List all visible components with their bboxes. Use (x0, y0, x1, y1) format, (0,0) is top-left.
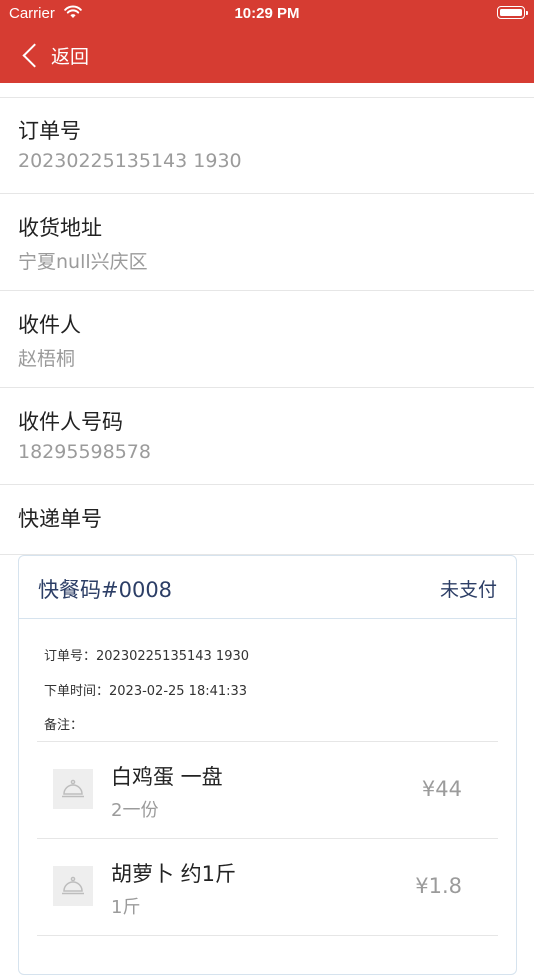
phone-value: 18295598578 (18, 441, 151, 463)
order-number-row: 订单号 20230225135143 1930 (0, 97, 534, 194)
tracking-row: 快递单号 (0, 485, 534, 555)
payment-status: 未支付 (439, 579, 497, 601)
bell-icon (53, 769, 93, 809)
top-bar: Carrier 10:29 PM 返回 (0, 0, 534, 83)
list-item[interactable]: 胡萝卜 约1斤 1斤 ¥1.8 (37, 838, 498, 936)
address-label: 收货地址 (18, 216, 102, 240)
item-name: 白鸡蛋 一盘 (111, 765, 223, 789)
list-item[interactable]: 白鸡蛋 一盘 2一份 ¥44 (37, 741, 498, 839)
recipient-row: 收件人 赵梧桐 (0, 291, 534, 388)
phone-label: 收件人号码 (18, 410, 123, 434)
order-number-label: 订单号 (18, 119, 81, 143)
bell-icon (53, 866, 93, 906)
order-time-line: 下单时间：2023-02-25 18:41:33 (44, 684, 248, 699)
remark-line: 备注： (44, 718, 84, 733)
item-spec: 1斤 (111, 897, 141, 918)
order-number-line: 订单号：20230225135143 1930 (44, 649, 250, 664)
battery-icon (497, 6, 528, 19)
back-button[interactable]: 返回 (20, 40, 89, 70)
item-price: ¥44 (421, 777, 462, 801)
item-name: 胡萝卜 约1斤 (111, 862, 237, 886)
status-time: 10:29 PM (234, 5, 300, 22)
order-card: 快餐码#0008 未支付 订单号：20230225135143 1930 下单时… (18, 555, 517, 975)
item-spec: 2一份 (111, 800, 159, 821)
order-number-value: 20230225135143 1930 (18, 150, 242, 172)
recipient-label: 收件人 (18, 313, 81, 337)
status-bar: Carrier 10:29 PM (0, 0, 534, 28)
item-price: ¥1.8 (415, 874, 462, 898)
order-card-header: 快餐码#0008 未支付 (19, 556, 516, 619)
back-label: 返回 (51, 45, 90, 68)
address-value: 宁夏null兴庆区 (18, 251, 148, 273)
address-row: 收货地址 宁夏null兴庆区 (0, 194, 534, 291)
chevron-left-icon (22, 42, 47, 68)
meal-code: 快餐码#0008 (38, 578, 173, 602)
recipient-value: 赵梧桐 (18, 348, 76, 370)
tracking-label: 快递单号 (18, 507, 102, 531)
phone-row: 收件人号码 18295598578 (0, 388, 534, 485)
